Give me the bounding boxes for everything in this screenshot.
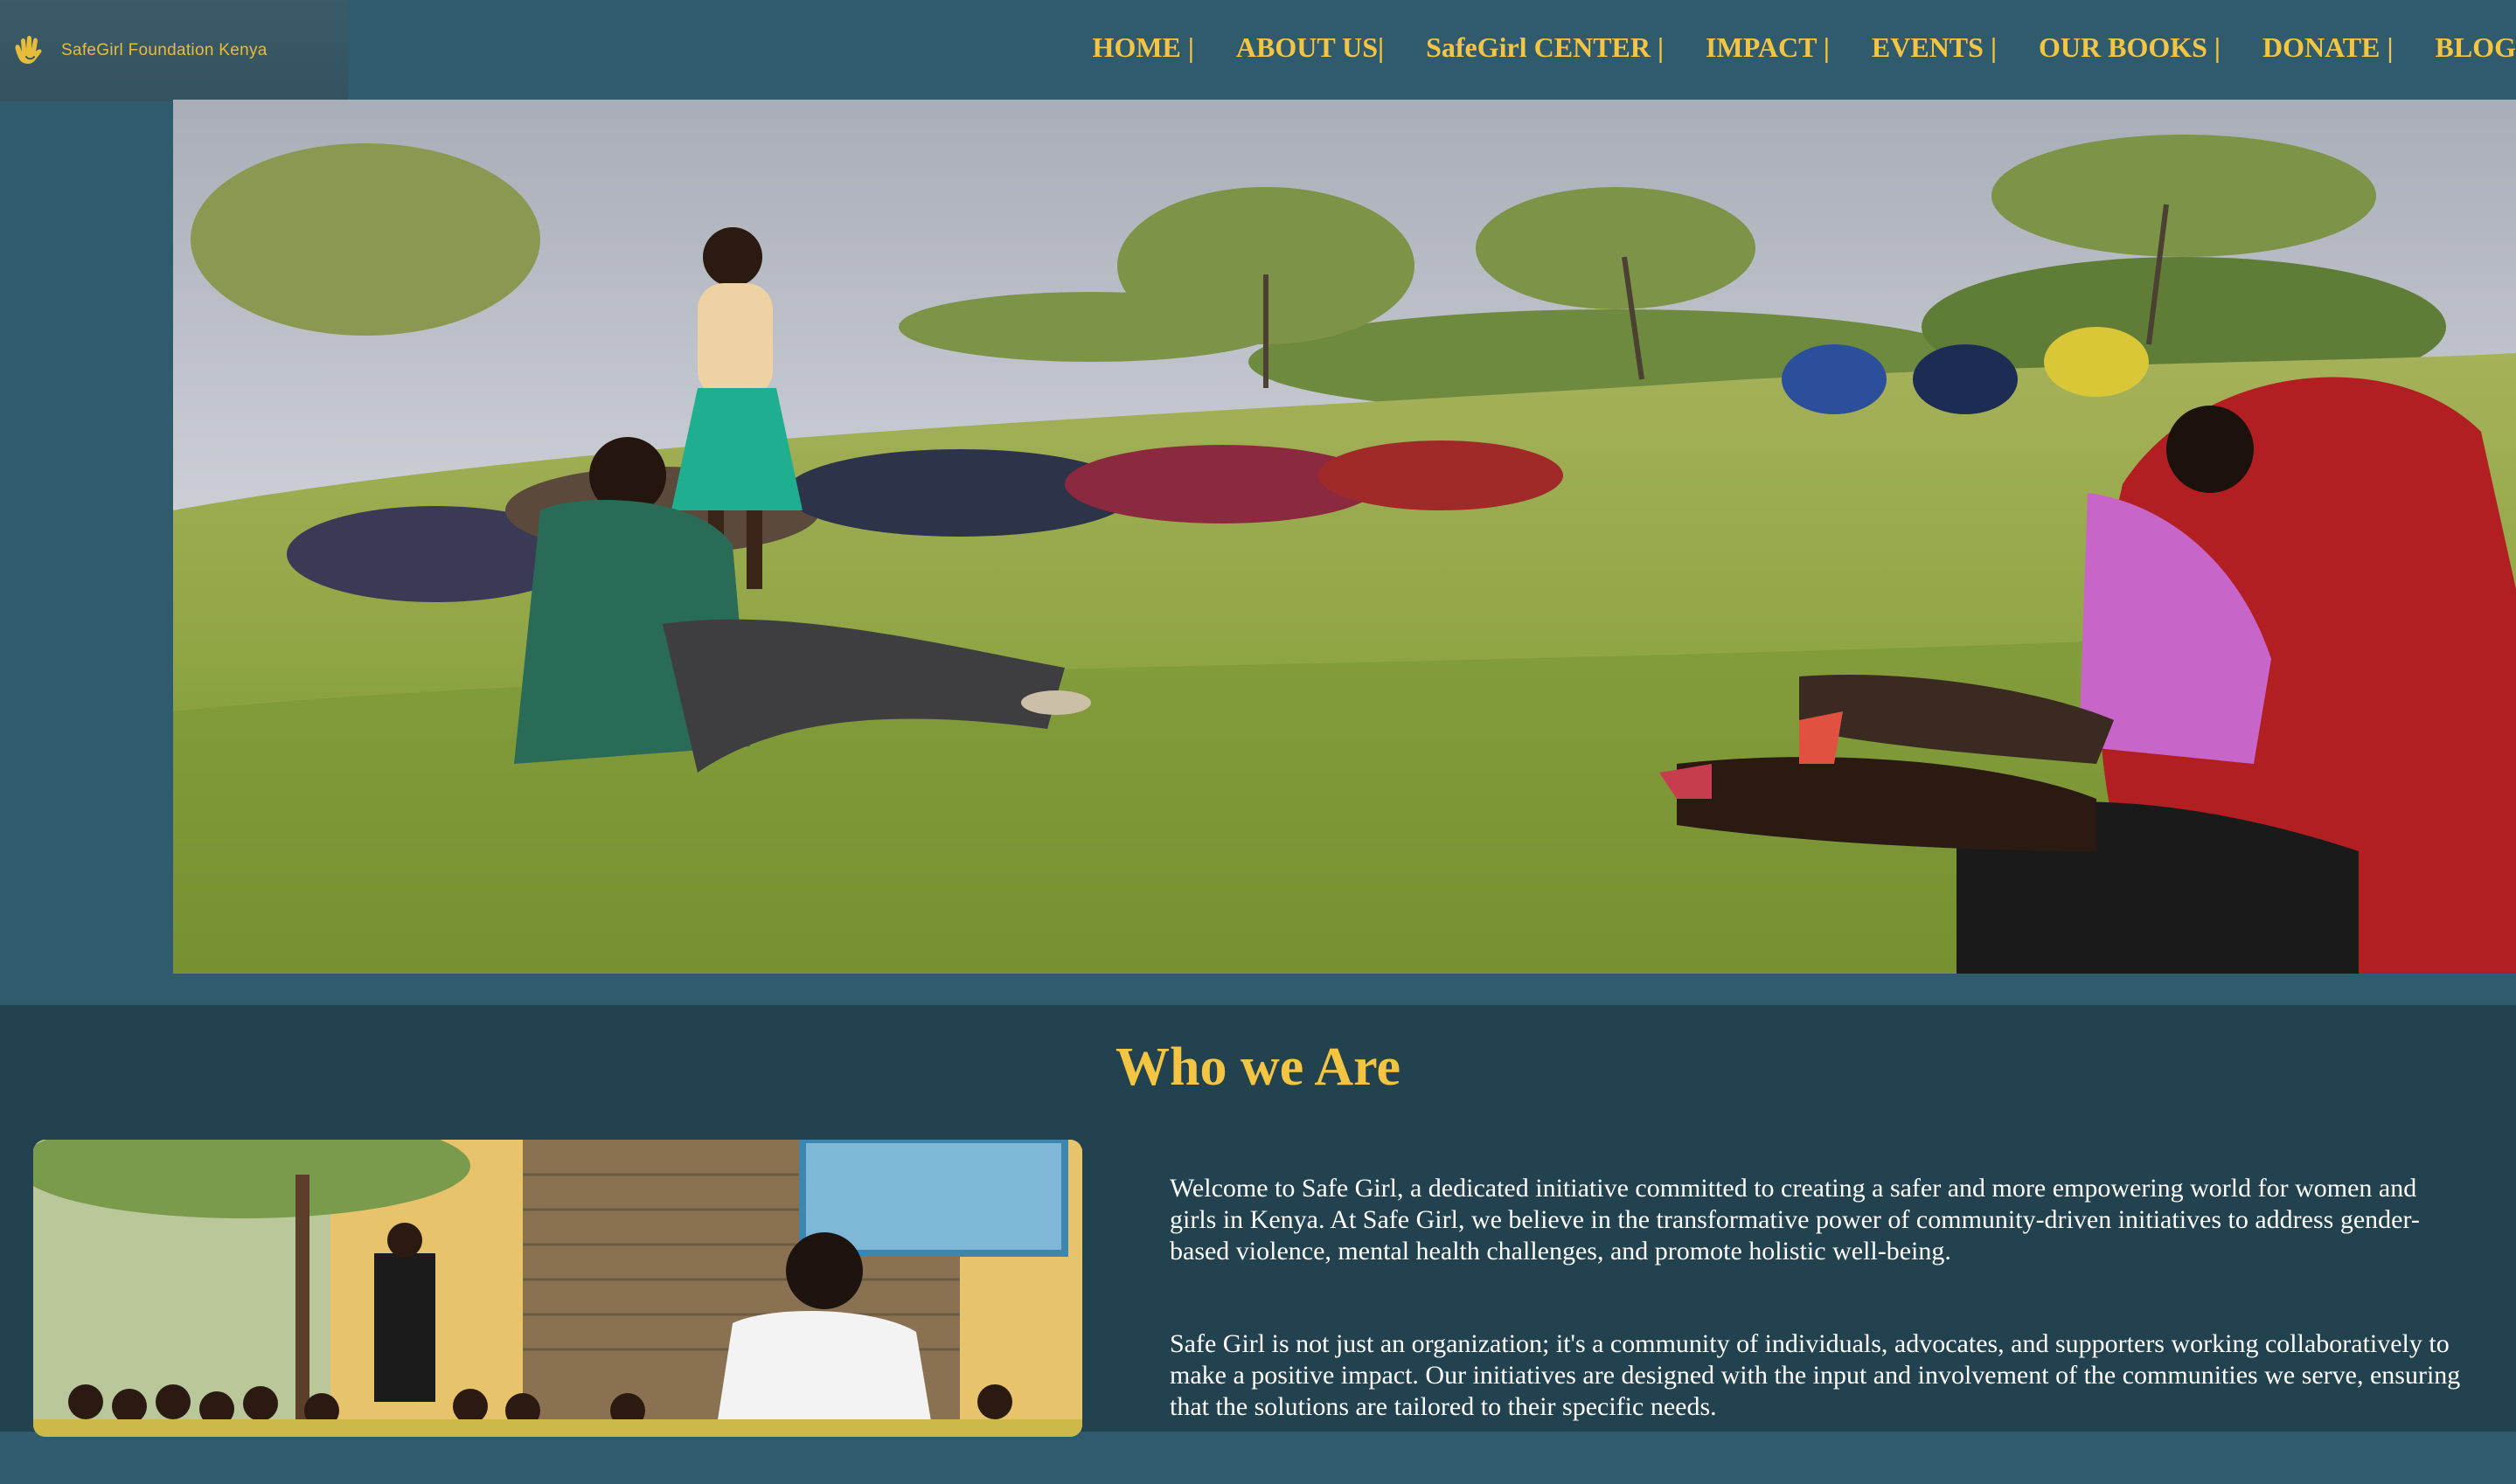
nav-impact[interactable]: IMPACT | [1706,31,1830,64]
nav-donate[interactable]: DONATE | [2262,31,2394,64]
section-title: Who we Are [1115,1037,1401,1097]
site-header: SafeGirl Foundation Kenya HOME | ABOUT U… [0,0,2516,101]
who-we-are-section: Who we Are Welcome to Safe Girl, a dedic… [0,1005,2516,1437]
nav-safegirl-center[interactable]: SafeGirl CENTER | [1426,31,1664,64]
hero-image [173,100,2516,974]
nav-home[interactable]: HOME | [1093,31,1194,64]
nav-events[interactable]: EVENTS | [1872,31,1997,64]
hero-bottom-band [0,974,2516,1005]
nav-about-us[interactable]: ABOUT US| [1236,31,1384,64]
nav-our-books[interactable]: OUR BOOKS | [2039,31,2221,64]
hand-icon [15,36,42,64]
brand-logo[interactable]: SafeGirl Foundation Kenya [0,0,348,101]
main-nav: HOME | ABOUT US| SafeGirl CENTER | IMPAC… [1093,24,2516,70]
brand-name: SafeGirl Foundation Kenya [61,41,268,59]
who-we-are-image [33,1140,1082,1437]
intro-paragraph: Welcome to Safe Girl, a dedicated initia… [1170,1174,2420,1266]
who-we-are-text: Welcome to Safe Girl, a dedicated initia… [1170,1173,2464,1484]
nav-blog[interactable]: BLOG [2436,31,2516,64]
community-paragraph: Safe Girl is not just an organization; i… [1170,1329,2461,1421]
